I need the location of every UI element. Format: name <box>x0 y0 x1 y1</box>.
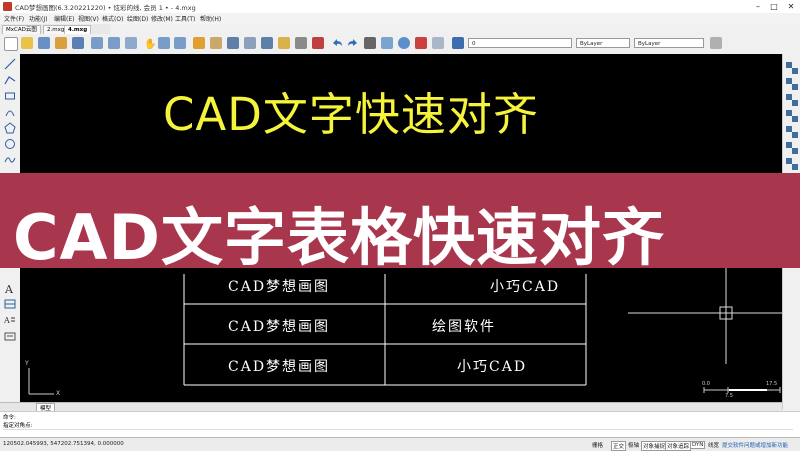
ucs-x-label: X <box>56 390 61 397</box>
block-icon[interactable] <box>295 37 307 49</box>
menu-draw[interactable]: 绘图(D) <box>127 14 148 23</box>
minimize-button[interactable]: – <box>750 0 766 13</box>
feedback-link[interactable]: 提交软件问题或增加新功能 <box>722 441 788 449</box>
pan-hand-icon[interactable]: ✋ <box>143 37 156 50</box>
menu-modify[interactable]: 修改(M) <box>151 14 173 23</box>
modify-tool-icon[interactable] <box>792 148 798 154</box>
modify-tool-icon[interactable] <box>792 132 798 138</box>
modify-tool-icon[interactable] <box>792 68 798 74</box>
scale-label: 0.0 <box>702 381 710 387</box>
scale-label: 17.5 <box>766 381 778 387</box>
title-bar: CAD梦想画图(6.3.20221220) • 炫彩的线, 会员 1 • - 4… <box>0 0 800 14</box>
menu-help[interactable]: 帮助(H) <box>200 14 221 23</box>
arc-tool-icon[interactable] <box>4 106 16 118</box>
coordinate-readout: 120502.045993, 547202.751394, 0.000000 <box>3 441 124 447</box>
image-icon[interactable] <box>432 37 444 49</box>
save-icon[interactable] <box>38 37 50 49</box>
grid-toggle[interactable]: 栅格 <box>592 441 603 449</box>
layers-icon[interactable] <box>452 37 464 49</box>
undo-icon[interactable] <box>331 37 343 49</box>
svg-text:✋: ✋ <box>144 37 155 49</box>
table-cell[interactable]: CAD梦想画图 <box>228 276 330 296</box>
circle-tool-icon[interactable] <box>4 138 16 150</box>
scale-label: 7.5 <box>725 393 733 399</box>
pdf-icon[interactable] <box>415 37 427 49</box>
app-icon <box>3 2 12 11</box>
svg-text:A: A <box>4 283 14 294</box>
rectangle-tool-icon[interactable] <box>4 90 16 102</box>
command-history-line: 命令: <box>3 415 16 421</box>
color-select[interactable]: ByLayer <box>576 38 630 48</box>
globe-icon[interactable] <box>398 37 410 49</box>
command-history-line: 指定对角点: <box>3 423 33 429</box>
spline-tool-icon[interactable] <box>4 154 16 166</box>
menu-view[interactable]: 视图(V) <box>78 14 99 23</box>
svg-text:A: A <box>4 316 10 325</box>
match-properties-icon[interactable] <box>210 37 222 49</box>
zoom-extents-icon[interactable] <box>108 37 120 49</box>
lineweight-icon[interactable] <box>710 37 722 49</box>
table-cell[interactable]: 绘图软件 <box>432 316 496 336</box>
new-file-icon[interactable] <box>4 37 18 51</box>
modify-tool-icon[interactable] <box>792 164 798 170</box>
zoom-icon[interactable] <box>174 37 186 49</box>
zoom-realtime-icon[interactable] <box>158 37 170 49</box>
modify-tool-icon[interactable] <box>792 100 798 106</box>
calculator-icon[interactable] <box>261 37 273 49</box>
window-title: CAD梦想画图(6.3.20221220) • 炫彩的线, 会员 1 • - 4… <box>15 4 196 12</box>
table-cell[interactable]: CAD梦想画图 <box>228 356 330 376</box>
close-button[interactable]: ✕ <box>783 0 799 13</box>
dyn-toggle[interactable]: DYN <box>690 441 706 449</box>
zoom-previous-icon[interactable] <box>125 37 137 49</box>
linetype-select[interactable]: ByLayer <box>634 38 704 48</box>
table-cell[interactable]: 小巧CAD <box>457 356 527 376</box>
ucs-y-label: Y <box>25 360 29 367</box>
line-tool-icon[interactable] <box>4 58 16 70</box>
print-preview-icon[interactable] <box>381 37 393 49</box>
banner-text: CAD文字表格快速对齐 <box>13 201 665 274</box>
modify-tool-icon[interactable] <box>792 84 798 90</box>
layer-tool-icon[interactable] <box>278 37 290 49</box>
mtext-tool-icon[interactable]: A <box>4 314 16 326</box>
menu-format[interactable]: 格式(O) <box>102 14 123 23</box>
menu-edit[interactable]: 编辑(E) <box>54 14 74 23</box>
open-folder-icon[interactable] <box>21 37 33 49</box>
menu-bar: 文件(F) 功能(J) 编辑(E) 视图(V) 格式(O) 绘图(D) 修改(M… <box>0 13 800 24</box>
table-cell[interactable]: 小巧CAD <box>490 276 560 296</box>
table-tool-icon[interactable] <box>4 298 16 310</box>
text-tool-icon[interactable]: A <box>4 282 16 294</box>
redo-icon[interactable] <box>347 37 359 49</box>
cad-logo-icon[interactable] <box>312 37 324 49</box>
design-center-icon[interactable] <box>244 37 256 49</box>
polar-toggle[interactable]: 极轴 <box>628 441 639 449</box>
properties-icon[interactable] <box>227 37 239 49</box>
polygon-tool-icon[interactable] <box>4 122 16 134</box>
save-as-icon[interactable] <box>72 37 84 49</box>
maximize-button[interactable]: □ <box>766 0 782 13</box>
title-banner: CAD文字表格快速对齐 <box>0 173 800 274</box>
table-cell[interactable]: CAD梦想画图 <box>228 316 330 336</box>
lineweight-toggle[interactable]: 线宽 <box>708 441 719 449</box>
menu-function[interactable]: 功能(J) <box>29 14 47 23</box>
modify-tool-icon[interactable] <box>792 116 798 122</box>
dimension-tool-icon[interactable] <box>4 330 16 342</box>
pencil-icon[interactable] <box>193 37 205 49</box>
menu-file[interactable]: 文件(F) <box>4 14 24 23</box>
layer-select[interactable]: 0 <box>468 38 572 48</box>
polyline-tool-icon[interactable] <box>4 74 16 86</box>
open-icon[interactable] <box>55 37 67 49</box>
print-icon[interactable] <box>364 37 376 49</box>
zoom-window-icon[interactable] <box>91 37 103 49</box>
command-window[interactable]: 命令: 指定对角点: <box>0 411 800 438</box>
menu-tools[interactable]: 工具(T) <box>175 14 195 23</box>
command-input[interactable] <box>3 429 793 437</box>
